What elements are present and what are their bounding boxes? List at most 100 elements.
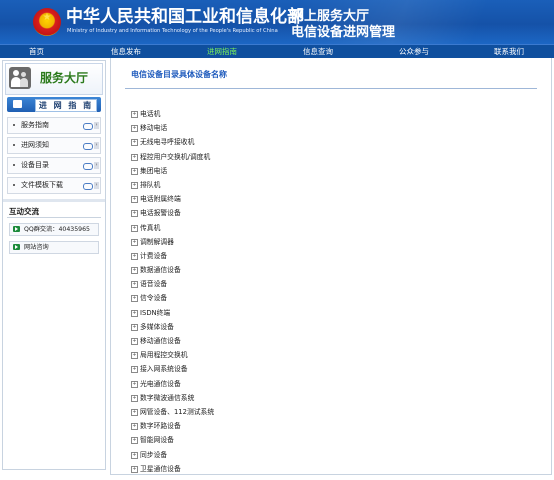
bullet-icon <box>13 184 15 186</box>
expand-plus-icon[interactable]: + <box>131 451 138 459</box>
play-icon <box>13 226 20 232</box>
expand-plus-icon[interactable]: + <box>131 111 138 118</box>
nav-info-query[interactable]: 信息查询 <box>303 45 333 58</box>
tree-item[interactable]: + 移动电话 <box>131 121 531 135</box>
tree-item[interactable]: + 无线电寻呼接收机 <box>131 135 531 149</box>
title-rule <box>125 88 537 89</box>
guide-item-label: 设备目录 <box>21 161 49 169</box>
tree-item[interactable]: + 电话附属终端 <box>131 192 531 206</box>
guide-heading: 进 网 指 南 <box>7 97 101 112</box>
expand-plus-icon[interactable]: + <box>131 394 138 402</box>
tree-item-label: ISDN终端 <box>140 308 171 317</box>
tree-item[interactable]: + 接入网系统设备 <box>131 362 531 376</box>
exchange-item-qq-group[interactable]: QQ群交流：40435965 <box>9 223 99 236</box>
expand-plus-icon[interactable]: + <box>131 323 138 331</box>
nav-home[interactable]: 首页 <box>29 45 44 58</box>
ministry-name-cn: 中华人民共和国工业和信息化部 <box>66 7 304 27</box>
guide-item-equipment-catalog[interactable]: 设备目录 › <box>7 157 101 174</box>
expand-plus-icon[interactable]: + <box>131 125 138 133</box>
expand-plus-icon[interactable]: + <box>131 437 138 445</box>
expand-plus-icon[interactable]: + <box>131 281 138 289</box>
tree-item[interactable]: + 电话报警设备 <box>131 206 531 220</box>
site-banner: ★ 中华人民共和国工业和信息化部 Ministry of Industry an… <box>0 0 554 44</box>
bullet-icon <box>13 164 15 166</box>
tree-item[interactable]: + ISDN终端 <box>131 306 531 320</box>
tree-item[interactable]: + 程控用户交换机/调度机 <box>131 150 531 164</box>
expand-plus-icon[interactable]: + <box>131 139 138 147</box>
arrow-right-icon: › <box>94 182 99 189</box>
tree-item[interactable]: + 数字微波通信系统 <box>131 391 531 405</box>
expand-plus-icon[interactable]: + <box>131 366 138 374</box>
tree-item[interactable]: + 数据通信设备 <box>131 263 531 277</box>
main-nav: 首页 信息发布 进网指南 信息查询 公众参与 联系我们 <box>0 44 554 58</box>
tree-item[interactable]: + 智能网设备 <box>131 433 531 447</box>
tree-item-label: 电话附属终端 <box>140 195 181 204</box>
expand-plus-icon[interactable]: + <box>131 153 138 161</box>
tree-item-label: 程控用户交换机/调度机 <box>140 152 211 161</box>
tree-item[interactable]: + 移动通信设备 <box>131 334 531 348</box>
expand-plus-icon[interactable]: + <box>131 252 138 260</box>
guide-list: 服务指南 › 进网须知 › 设备目录 › 文件模板下载 › <box>7 117 101 197</box>
tree-item[interactable]: + 局用程控交换机 <box>131 348 531 362</box>
expand-plus-icon[interactable]: + <box>131 465 138 473</box>
hall-title-line2: 电信设备进网管理 <box>291 25 396 40</box>
guide-item-network-notice[interactable]: 进网须知 › <box>7 137 101 154</box>
tree-item[interactable]: + 同步设备 <box>131 448 531 462</box>
expand-plus-icon[interactable]: + <box>131 196 138 204</box>
expand-plus-icon[interactable]: + <box>131 181 138 189</box>
guide-item-service-guide[interactable]: 服务指南 › <box>7 117 101 134</box>
expand-plus-icon[interactable]: + <box>131 167 138 175</box>
tree-item[interactable]: + 语音设备 <box>131 277 531 291</box>
link-icon <box>83 163 93 170</box>
expand-plus-icon[interactable]: + <box>131 423 138 431</box>
arrow-right-icon: › <box>94 162 99 169</box>
tree-item-label: 数字微波通信系统 <box>140 393 195 402</box>
exchange-item-site-consult[interactable]: 网站咨询 <box>9 241 99 254</box>
nav-info-release[interactable]: 信息发布 <box>111 45 141 58</box>
expand-plus-icon[interactable]: + <box>131 295 138 303</box>
nav-network-guide[interactable]: 进网指南 <box>207 45 237 58</box>
tree-item[interactable]: + 信令设备 <box>131 291 531 305</box>
main-content: 电信设备目录具体设备名称 + 电话机 + 移动电话 + 无线电寻呼接收机 + 程控用户交换机/… <box>110 58 552 475</box>
expand-plus-icon[interactable]: + <box>131 224 138 232</box>
guide-heading-label: 进 网 指 南 <box>35 99 97 112</box>
guide-item-label: 文件模板下载 <box>21 181 63 189</box>
tree-item[interactable]: + 多媒体设备 <box>131 320 531 334</box>
tree-item[interactable]: + 传真机 <box>131 221 531 235</box>
section-divider <box>3 199 105 202</box>
tree-item-label: 移动通信设备 <box>140 337 181 345</box>
tree-item[interactable]: + 集团电话 <box>131 164 531 178</box>
guide-icon <box>13 100 22 108</box>
bullet-icon <box>13 144 15 146</box>
expand-plus-icon[interactable]: + <box>131 267 138 275</box>
tree-item[interactable]: + 网管设备、112测试系统 <box>131 405 531 419</box>
expand-plus-icon[interactable]: + <box>131 338 138 345</box>
tree-item[interactable]: + 数字环路设备 <box>131 419 531 433</box>
tree-item[interactable]: + 计费设备 <box>131 249 531 263</box>
tree-item-label: 接入网系统设备 <box>140 365 188 374</box>
arrow-right-icon: › <box>94 122 99 129</box>
play-icon <box>13 244 20 250</box>
expand-plus-icon[interactable]: + <box>131 352 138 360</box>
sidebar: 服务大厅 进 网 指 南 服务指南 › 进网须知 › 设备目录 › 文件模板下载 <box>2 60 106 470</box>
nav-public-participation[interactable]: 公众参与 <box>399 45 429 58</box>
tree-item-label: 网管设备、112测试系统 <box>140 407 215 416</box>
tree-item[interactable]: + 排队机 <box>131 178 531 192</box>
exchange-rule <box>7 217 101 218</box>
nav-contact-us[interactable]: 联系我们 <box>494 45 524 58</box>
guide-item-label: 进网须知 <box>21 141 49 149</box>
service-hall-title: 服务大厅 <box>40 71 89 85</box>
link-icon <box>83 143 93 150</box>
expand-plus-icon[interactable]: + <box>131 210 138 218</box>
guide-item-template-download[interactable]: 文件模板下载 › <box>7 177 101 194</box>
expand-plus-icon[interactable]: + <box>131 238 138 246</box>
expand-plus-icon[interactable]: + <box>131 309 138 317</box>
tree-item[interactable]: + 电话机 <box>131 107 531 121</box>
expand-plus-icon[interactable]: + <box>131 380 138 388</box>
tree-item-label: 传真机 <box>140 223 161 232</box>
tree-item[interactable]: + 光电通信设备 <box>131 377 531 391</box>
expand-plus-icon[interactable]: + <box>131 408 138 416</box>
tree-item[interactable]: + 调制解调器 <box>131 235 531 249</box>
people-icon <box>9 67 31 89</box>
tree-item[interactable]: + 卫星通信设备 <box>131 462 531 476</box>
